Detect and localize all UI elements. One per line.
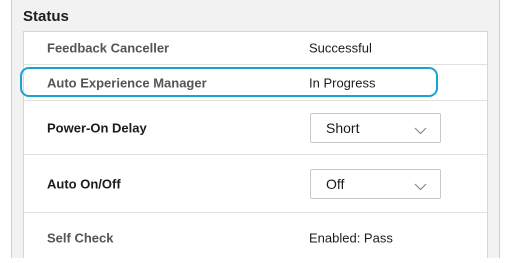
row-label: Power-On Delay: [47, 120, 147, 135]
setting-row-auto-on-off: Auto On/Off Off: [24, 155, 487, 213]
row-value: In Progress: [309, 75, 376, 90]
auto-on-off-select[interactable]: Off: [310, 168, 441, 199]
status-row-self-check: Self Check Enabled: Pass: [24, 213, 487, 263]
chevron-down-icon: [414, 179, 427, 197]
status-table: Feedback Canceller Successful Auto Exper…: [20, 31, 488, 258]
status-row-feedback-canceller: Feedback Canceller Successful: [24, 32, 487, 65]
select-value: Off: [326, 175, 345, 192]
row-value: Enabled: Pass: [309, 230, 393, 246]
row-label: Auto On/Off: [47, 176, 121, 191]
row-value: Successful: [309, 40, 372, 56]
chevron-down-icon: [414, 123, 427, 141]
status-panel: Status Feedback Canceller Successful Aut…: [11, 0, 500, 258]
row-label: Auto Experience Manager: [47, 75, 207, 90]
status-row-auto-experience-manager: Auto Experience Manager In Progress: [20, 65, 487, 101]
row-label: Self Check: [47, 230, 114, 246]
select-value: Short: [326, 119, 360, 136]
setting-row-power-on-delay: Power-On Delay Short: [24, 101, 487, 155]
power-on-delay-select[interactable]: Short: [310, 112, 441, 143]
row-label: Feedback Canceller: [47, 40, 170, 56]
panel-title: Status: [23, 8, 69, 25]
